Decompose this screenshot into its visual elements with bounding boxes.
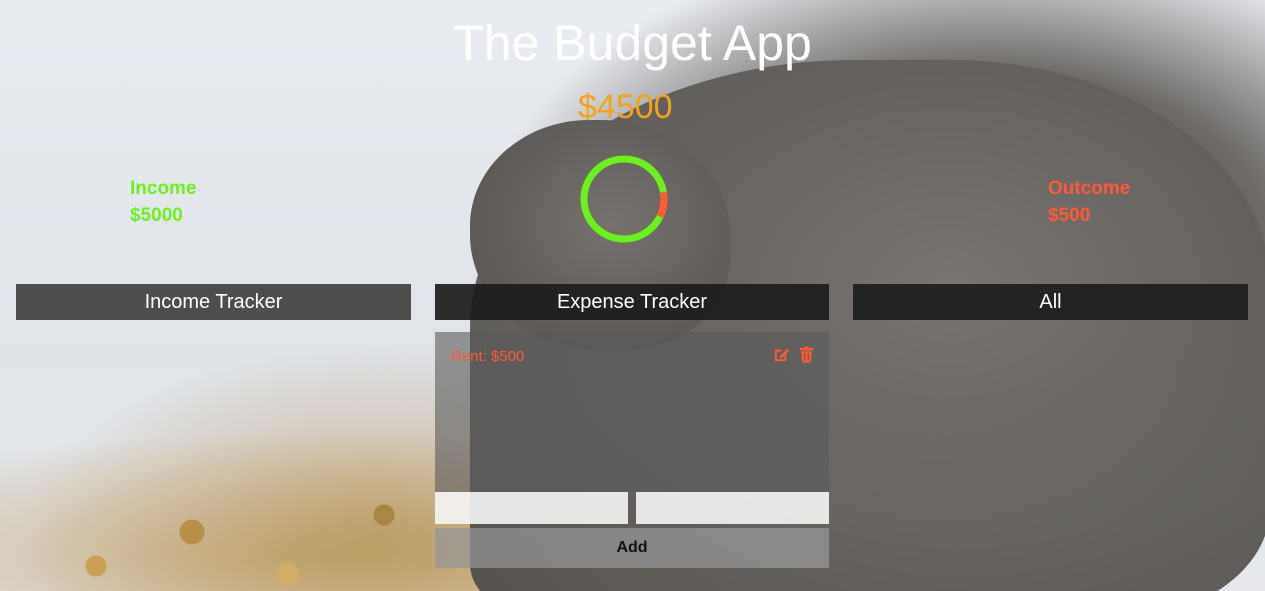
- budget-ring-chart: [580, 155, 668, 243]
- expense-item-actions: [773, 346, 815, 363]
- income-value: $5000: [130, 205, 183, 226]
- expense-item-label: Rent: $500: [451, 348, 525, 365]
- expense-amount-field[interactable]: [636, 492, 829, 524]
- trash-icon[interactable]: [798, 346, 815, 363]
- expense-list-panel: Rent: $500: [435, 332, 829, 492]
- outcome-arc: [580, 155, 668, 243]
- expense-form-inputs: [435, 492, 829, 524]
- tab-expense-tracker[interactable]: Expense Tracker: [435, 284, 829, 320]
- balance-amount: $4500: [578, 88, 673, 126]
- tab-all[interactable]: All: [853, 284, 1248, 320]
- tab-income-tracker[interactable]: Income Tracker: [16, 284, 411, 320]
- outcome-value: $500: [1048, 205, 1091, 226]
- outcome-summary: Outcome $500: [1048, 175, 1130, 229]
- income-arc: [580, 155, 668, 243]
- expense-name-field[interactable]: [435, 492, 628, 524]
- income-label: Income: [130, 178, 197, 199]
- add-button[interactable]: Add: [435, 528, 829, 568]
- income-summary: Income $5000: [130, 175, 197, 229]
- edit-icon[interactable]: [773, 346, 790, 363]
- outcome-label: Outcome: [1048, 178, 1131, 199]
- app-title: The Budget App: [453, 15, 812, 71]
